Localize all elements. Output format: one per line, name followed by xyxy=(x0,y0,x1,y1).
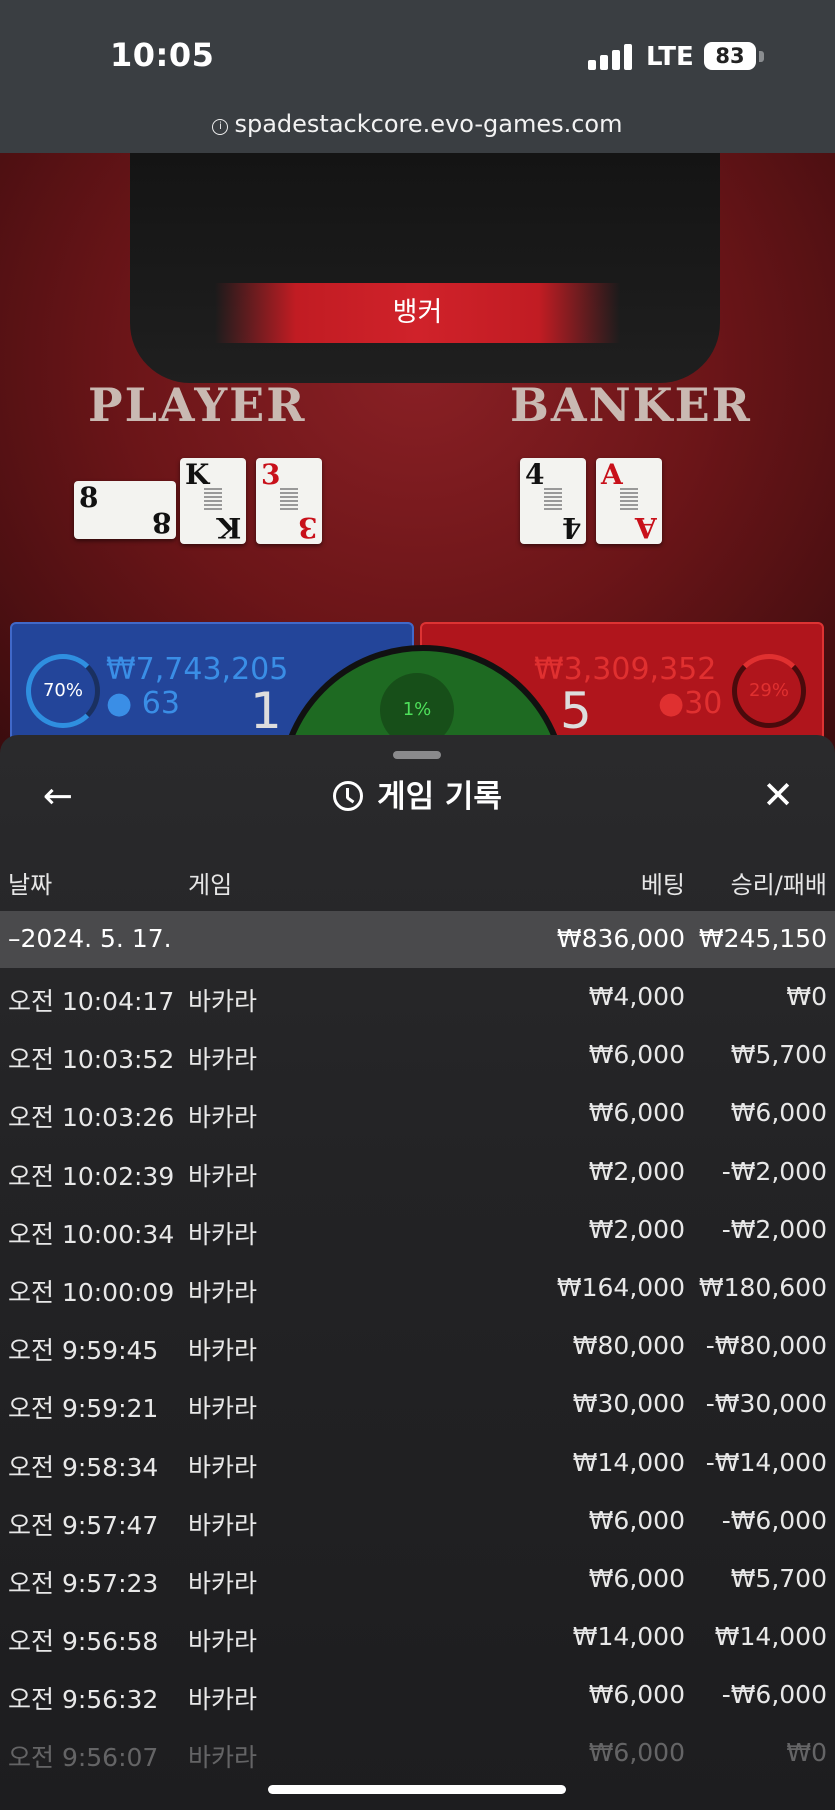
history-row[interactable]: 오전 10:00:34 바카라 ₩2,000 -₩2,000 xyxy=(0,1201,835,1259)
dealer-video xyxy=(130,153,720,383)
banker-card-2: A A xyxy=(596,458,662,544)
card-rank: K xyxy=(216,511,241,544)
history-row[interactable]: 오전 9:58:34 바카라 ₩14,000 -₩14,000 xyxy=(0,1434,835,1492)
card-rank: 8 xyxy=(151,506,171,539)
panel-title-text: 게임 기록 xyxy=(377,779,502,815)
user-icon: ● xyxy=(106,686,133,721)
history-row[interactable]: 오전 9:57:23 바카라 ₩6,000 ₩5,700 xyxy=(0,1550,835,1608)
card-rank: 4 xyxy=(561,511,581,544)
banker-percent-ring: 29% xyxy=(732,654,806,728)
panel-title: 게임 기록 xyxy=(0,775,835,819)
group-result-total: ₩245,150 xyxy=(698,924,827,953)
status-bar: 10:05 LTE 83 i spadestackcore.evo-games.c… xyxy=(0,0,835,153)
history-list: 오전 10:04:17 바카라 ₩4,000 ₩0 오전 10:03:52 바카라 ₩6,… xyxy=(0,968,835,1783)
date-group-header[interactable]: –2024. 5. 17. ₩836,000 ₩245,150 xyxy=(0,911,835,968)
network-type: LTE xyxy=(646,42,694,72)
history-row[interactable]: 오전 9:59:21 바카라 ₩30,000 -₩30,000 xyxy=(0,1375,835,1433)
address-bar[interactable]: i spadestackcore.evo-games.com xyxy=(0,110,835,138)
player-bettor-count: ● 63 xyxy=(106,686,180,721)
player-card-1: 8 8 xyxy=(74,481,176,539)
history-row[interactable]: 오전 10:02:39 바카라 ₩2,000 -₩2,000 xyxy=(0,1143,835,1201)
history-row[interactable]: 오전 10:03:52 바카라 ₩6,000 ₩5,700 xyxy=(0,1026,835,1084)
card-rank: A xyxy=(635,511,657,544)
url-text: spadestackcore.evo-games.com xyxy=(234,110,623,138)
signal-icon xyxy=(588,44,632,70)
history-row[interactable]: 오전 9:56:58 바카라 ₩14,000 ₩14,000 xyxy=(0,1608,835,1666)
history-icon xyxy=(333,781,364,811)
player-percent-ring: 70% xyxy=(26,654,100,728)
close-icon[interactable]: ✕ xyxy=(756,773,800,817)
history-row[interactable]: 오전 9:56:32 바카라 ₩6,000 -₩6,000 xyxy=(0,1666,835,1724)
history-row[interactable]: 오전 9:56:07 바카라 ₩6,000 ₩0 xyxy=(0,1724,835,1782)
column-game: 게임 xyxy=(188,871,233,899)
clock: 10:05 xyxy=(110,36,215,74)
home-indicator[interactable] xyxy=(268,1785,566,1794)
card-rank: 3 xyxy=(297,511,317,544)
card-rank: 3 xyxy=(261,458,281,491)
player-card-2: K K xyxy=(180,458,246,544)
card-rank: K xyxy=(185,458,210,491)
player-label: PLAYER xyxy=(88,378,307,432)
banker-card-1: 4 4 xyxy=(520,458,586,544)
game-history-panel: ← 게임 기록 ✕ 날짜 게임 베팅 승리/패배 –2024. 5. 17. ₩… xyxy=(0,735,835,1810)
column-bet: 베팅 xyxy=(640,871,685,899)
history-row[interactable]: 오전 9:57:47 바카라 ₩6,000 -₩6,000 xyxy=(0,1492,835,1550)
column-result: 승리/패배 xyxy=(730,871,827,899)
group-date: –2024. 5. 17. xyxy=(8,924,172,953)
user-icon: ● xyxy=(658,686,685,721)
history-row[interactable]: 오전 10:04:17 바카라 ₩4,000 ₩0 xyxy=(0,968,835,1026)
history-row[interactable]: 오전 10:03:26 바카라 ₩6,000 ₩6,000 xyxy=(0,1084,835,1142)
winner-banner: 뱅커 xyxy=(215,283,620,343)
player-score: 1 xyxy=(250,682,282,740)
group-bet-total: ₩836,000 xyxy=(556,924,685,953)
banker-label: BANKER xyxy=(510,378,752,432)
history-row[interactable]: 오전 9:59:45 바카라 ₩80,000 -₩80,000 xyxy=(0,1317,835,1375)
battery-cap xyxy=(759,51,764,62)
card-rank: A xyxy=(601,458,623,491)
banker-score: 5 xyxy=(560,682,592,740)
info-icon: i xyxy=(212,119,229,135)
column-date: 날짜 xyxy=(8,871,53,899)
card-rank: 8 xyxy=(79,481,99,514)
player-card-3: 3 3 xyxy=(256,458,322,544)
battery-icon: 83 xyxy=(704,42,756,70)
drag-handle[interactable] xyxy=(393,751,441,759)
history-row[interactable]: 오전 10:00:09 바카라 ₩164,000 ₩180,600 xyxy=(0,1259,835,1317)
card-rank: 4 xyxy=(525,458,545,491)
banker-bettor-count: ●30 xyxy=(658,686,723,721)
